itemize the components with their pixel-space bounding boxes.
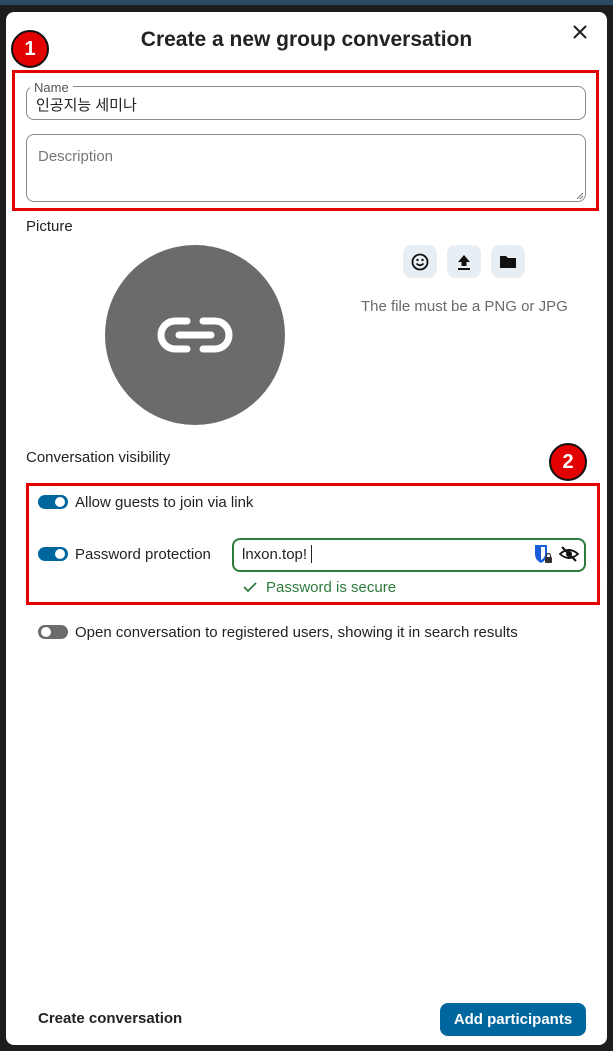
open-conversation-toggle[interactable]: [38, 625, 68, 639]
picture-label: Picture: [26, 218, 73, 235]
file-type-hint: The file must be a PNG or JPG: [361, 298, 568, 315]
password-manager-icon[interactable]: [533, 544, 553, 564]
description-field[interactable]: [26, 134, 586, 202]
emoji-icon: [411, 253, 429, 270]
description-placeholder: Description: [38, 148, 114, 165]
background-edge-glyph: c: [606, 568, 613, 583]
annotation-badge-1: 1: [11, 30, 49, 68]
create-conversation-button[interactable]: Create conversation: [38, 1010, 182, 1027]
dialog-title: Create a new group conversation: [140, 28, 473, 51]
name-field-label: Name: [30, 80, 73, 95]
close-icon[interactable]: [570, 22, 590, 42]
allow-guests-label: Allow guests to join via link: [75, 494, 254, 511]
annotation-badge-2: 2: [549, 443, 587, 481]
check-icon: [243, 582, 257, 593]
password-status: Password is secure: [266, 579, 397, 596]
upload-icon: [458, 254, 470, 270]
add-participants-button[interactable]: Add participants: [440, 1003, 586, 1036]
folder-button[interactable]: [491, 245, 525, 278]
password-protection-label: Password protection: [75, 546, 211, 563]
password-protection-toggle[interactable]: [38, 547, 68, 561]
conversation-avatar: [105, 245, 285, 425]
upload-button[interactable]: [447, 245, 481, 278]
visibility-label: Conversation visibility: [26, 449, 171, 466]
resize-handle-icon[interactable]: [576, 192, 584, 200]
app-header-strip: [0, 0, 613, 5]
allow-guests-toggle[interactable]: [38, 495, 68, 509]
emoji-button[interactable]: [403, 245, 437, 278]
open-conversation-label: Open conversation to registered users, s…: [75, 624, 518, 641]
text-caret: [311, 545, 312, 563]
link-icon: [157, 317, 233, 353]
name-field-value: 인공지능 세미나: [36, 97, 137, 114]
folder-icon: [500, 255, 516, 268]
password-value: lnxon.top!: [242, 546, 308, 563]
hide-password-icon[interactable]: [559, 546, 579, 562]
